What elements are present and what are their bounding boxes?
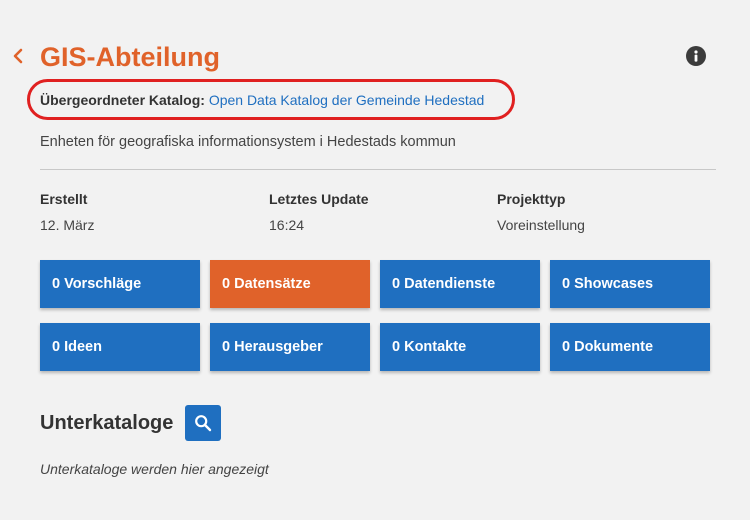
info-icon[interactable] <box>686 46 706 66</box>
parent-catalog-link[interactable]: Open Data Katalog der Gemeinde Hedestad <box>209 92 485 108</box>
search-icon <box>195 415 212 432</box>
parent-catalog-label: Übergeordneter Katalog: <box>40 92 205 108</box>
meta-value: 16:24 <box>269 217 305 233</box>
meta-created: Erstellt 12. März <box>40 189 94 235</box>
subcatalogs-title: Unterkataloge <box>40 412 174 434</box>
tile-suggestions[interactable]: 0 Vorschläge <box>40 260 200 308</box>
page-title: GIS-Abteilung <box>40 42 220 72</box>
tile-publishers[interactable]: 0 Herausgeber <box>210 323 370 371</box>
parent-catalog: Übergeordneter Katalog: Open Data Katalo… <box>40 90 484 110</box>
tile-data-services[interactable]: 0 Datendienste <box>380 260 540 308</box>
tile-showcases[interactable]: 0 Showcases <box>550 260 710 308</box>
divider <box>40 169 716 170</box>
subcatalog-search-button[interactable] <box>185 405 221 441</box>
chevron-left-icon[interactable] <box>12 44 28 68</box>
tile-ideas[interactable]: 0 Ideen <box>40 323 200 371</box>
meta-label: Projekttyp <box>497 191 566 207</box>
meta-label: Erstellt <box>40 191 88 207</box>
meta-last-update: Letztes Update 16:24 <box>269 189 369 235</box>
meta-label: Letztes Update <box>269 191 369 207</box>
subcatalogs-empty-hint: Unterkataloge werden hier angezeigt <box>40 461 269 477</box>
tile-datasets[interactable]: 0 Datensätze <box>210 260 370 308</box>
content-tiles: 0 Vorschläge 0 Datensätze 0 Datendienste… <box>40 260 710 371</box>
tile-contacts[interactable]: 0 Kontakte <box>380 323 540 371</box>
tile-documents[interactable]: 0 Dokumente <box>550 323 710 371</box>
meta-value: 12. März <box>40 217 95 233</box>
catalog-description: Enheten för geografiska informationsyste… <box>40 134 456 150</box>
meta-value: Voreinstellung <box>497 217 585 233</box>
meta-project-type: Projekttyp Voreinstellung <box>497 189 585 235</box>
